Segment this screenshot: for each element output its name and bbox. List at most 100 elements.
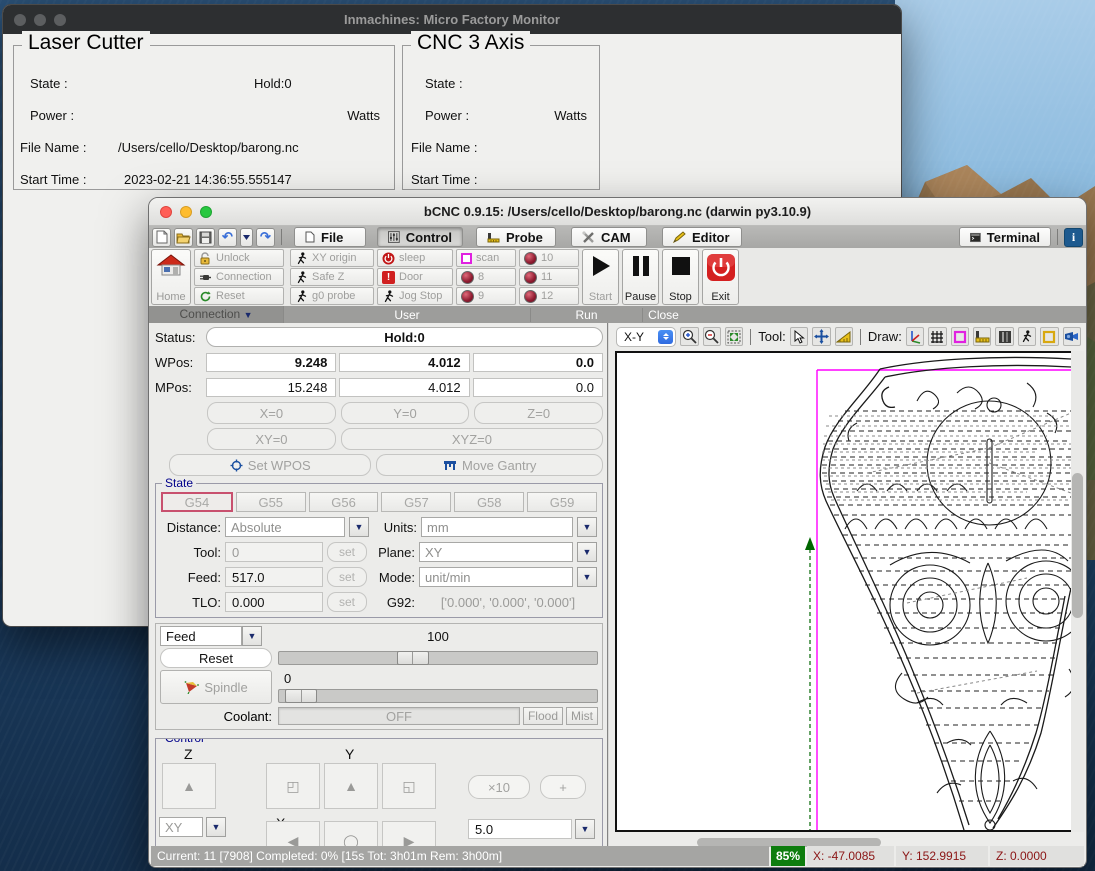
- g0-probe-button[interactable]: g0 probe: [290, 287, 374, 305]
- jog-xy-upright-button[interactable]: ◱: [382, 763, 436, 809]
- step-x10-button[interactable]: ×10: [468, 775, 530, 799]
- m9-button[interactable]: 9: [456, 287, 516, 305]
- draw-axes-icon[interactable]: [906, 327, 924, 346]
- pan-tool-icon[interactable]: [812, 327, 830, 346]
- undo-icon[interactable]: ↶: [218, 228, 237, 247]
- jog-z-up-button[interactable]: ▲: [162, 763, 216, 809]
- start-button[interactable]: Start: [582, 249, 619, 305]
- new-file-icon[interactable]: [152, 228, 171, 247]
- units-combobox[interactable]: mm: [421, 517, 573, 537]
- override-reset-button[interactable]: Reset: [160, 648, 272, 668]
- tab-editor[interactable]: Editor: [662, 227, 742, 247]
- jog-stop-button[interactable]: Jog Stop: [377, 287, 453, 305]
- feed-override-slider[interactable]: [278, 651, 598, 665]
- close-button[interactable]: [160, 206, 172, 218]
- tlo-set-button[interactable]: set: [327, 592, 367, 612]
- m8-button[interactable]: 8: [456, 268, 516, 286]
- draw-margin-icon[interactable]: [951, 327, 969, 346]
- unlock-button[interactable]: Unlock: [194, 249, 284, 267]
- zero-z-button[interactable]: Z=0: [474, 402, 603, 424]
- undo-list-dropdown-icon[interactable]: [240, 228, 253, 247]
- step-size-entry[interactable]: 5.0: [468, 819, 572, 839]
- tool-entry[interactable]: 0: [225, 542, 323, 562]
- jog-x-right-button[interactable]: ▶: [382, 821, 436, 846]
- jog-xy-upleft-button[interactable]: ◰: [266, 763, 320, 809]
- home-button[interactable]: Home: [151, 249, 191, 305]
- select-tool-icon[interactable]: [790, 327, 808, 346]
- zoom-out-icon[interactable]: [703, 327, 721, 346]
- vertical-scrollbar[interactable]: [1072, 473, 1083, 618]
- tab-file[interactable]: File: [294, 227, 366, 247]
- flood-button[interactable]: Flood: [523, 707, 563, 725]
- spindle-slider-thumb[interactable]: [285, 689, 317, 703]
- plane-dropdown-icon[interactable]: ▼: [577, 542, 597, 562]
- gcode-canvas[interactable]: [615, 351, 1073, 832]
- distance-dropdown-icon[interactable]: ▼: [349, 517, 369, 537]
- tab-cam[interactable]: CAM: [571, 227, 647, 247]
- connection-group-dropdown[interactable]: Connection ▼: [149, 306, 284, 323]
- mist-button[interactable]: Mist: [566, 707, 598, 725]
- feed-entry[interactable]: 517.0: [225, 567, 323, 587]
- bcnc-titlebar[interactable]: bCNC 0.9.15: /Users/cello/Desktop/barong…: [149, 198, 1086, 226]
- stop-button[interactable]: Stop: [662, 249, 699, 305]
- m10-button[interactable]: 10: [519, 249, 579, 267]
- spindle-button[interactable]: Spindle: [160, 670, 272, 704]
- safe-z-button[interactable]: Safe Z: [290, 268, 374, 286]
- open-file-icon[interactable]: [174, 228, 193, 247]
- wpos-y-field[interactable]: 4.012: [339, 353, 469, 372]
- override-selector-combobox[interactable]: Feed: [160, 626, 242, 646]
- move-gantry-button[interactable]: Move Gantry: [376, 454, 603, 476]
- zero-xy-button[interactable]: XY=0: [207, 428, 336, 450]
- step-dropdown-icon[interactable]: ▼: [575, 819, 595, 839]
- tlo-entry[interactable]: 0.000: [225, 592, 323, 612]
- draw-moves-icon[interactable]: [1018, 327, 1036, 346]
- m12-button[interactable]: 12: [519, 287, 579, 305]
- tab-terminal[interactable]: Terminal: [959, 227, 1051, 247]
- set-wpos-button[interactable]: Set WPOS: [169, 454, 371, 476]
- step-plus-button[interactable]: +: [540, 775, 586, 799]
- camera-icon[interactable]: [1063, 327, 1081, 346]
- jog-home-button[interactable]: ◯: [324, 821, 378, 846]
- feed-set-button[interactable]: set: [327, 567, 367, 587]
- g56-button[interactable]: G56: [309, 492, 379, 512]
- m11-button[interactable]: 11: [519, 268, 579, 286]
- spindle-slider[interactable]: [278, 689, 598, 703]
- zero-y-button[interactable]: Y=0: [341, 402, 470, 424]
- g55-button[interactable]: G55: [236, 492, 306, 512]
- monitor-titlebar[interactable]: Inmachines: Micro Factory Monitor: [3, 5, 901, 34]
- draw-grid-icon[interactable]: [928, 327, 946, 346]
- coolant-off-button[interactable]: OFF: [278, 707, 520, 725]
- xy-origin-button[interactable]: XY origin: [290, 249, 374, 267]
- tab-probe[interactable]: Probe: [476, 227, 556, 247]
- exit-button[interactable]: Exit: [702, 249, 739, 305]
- jog-axis-combobox[interactable]: XY: [159, 817, 203, 837]
- connection-button[interactable]: Connection: [194, 268, 284, 286]
- zoom-fit-icon[interactable]: [725, 327, 743, 346]
- info-button[interactable]: i: [1064, 228, 1083, 247]
- mode-dropdown-icon[interactable]: ▼: [577, 567, 597, 587]
- wpos-z-field[interactable]: 0.0: [473, 353, 603, 372]
- distance-combobox[interactable]: Absolute: [225, 517, 345, 537]
- scan-button[interactable]: scan: [456, 249, 516, 267]
- view-select[interactable]: X-Y: [616, 327, 676, 347]
- zoom-button[interactable]: [200, 206, 212, 218]
- pause-button[interactable]: Pause: [622, 249, 659, 305]
- tool-set-button[interactable]: set: [327, 542, 367, 562]
- door-button[interactable]: ! Door: [377, 268, 453, 286]
- draw-probe-icon[interactable]: [973, 327, 991, 346]
- g59-button[interactable]: G59: [527, 492, 597, 512]
- plane-combobox[interactable]: XY: [419, 542, 573, 562]
- minimize-button[interactable]: [34, 14, 46, 26]
- units-dropdown-icon[interactable]: ▼: [577, 517, 597, 537]
- save-icon[interactable]: [196, 228, 215, 247]
- g58-button[interactable]: G58: [454, 492, 524, 512]
- close-button[interactable]: [14, 14, 26, 26]
- draw-paths-icon[interactable]: [1040, 327, 1058, 346]
- jog-axis-dropdown-icon[interactable]: ▼: [206, 817, 226, 837]
- g57-button[interactable]: G57: [381, 492, 451, 512]
- minimize-button[interactable]: [180, 206, 192, 218]
- zero-xyz-button[interactable]: XYZ=0: [341, 428, 603, 450]
- sleep-button[interactable]: sleep: [377, 249, 453, 267]
- redo-icon[interactable]: ↷: [256, 228, 275, 247]
- g54-button[interactable]: G54: [161, 492, 233, 512]
